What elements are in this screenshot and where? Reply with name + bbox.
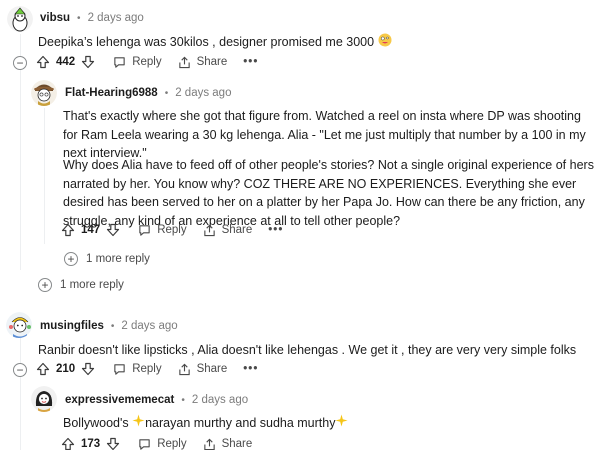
share-label: Share bbox=[221, 224, 253, 236]
sparkles-emoji bbox=[335, 414, 349, 433]
speech-bubble-icon bbox=[114, 56, 125, 68]
share-label: Share bbox=[196, 56, 228, 68]
downvote-button[interactable] bbox=[81, 55, 95, 69]
speech-bubble-icon bbox=[114, 363, 125, 375]
avatar[interactable] bbox=[31, 80, 57, 106]
more-replies-label: 1 more reply bbox=[60, 279, 124, 291]
minus-circle-icon: − bbox=[16, 56, 24, 70]
comment-body-paragraph: Why does Alia have to feed off of other … bbox=[63, 158, 594, 228]
comment-body: Deepika’s lehenga was 30kilos , designer… bbox=[38, 33, 578, 53]
timestamp[interactable]: 2 days ago bbox=[175, 87, 231, 99]
share-button[interactable]: Share bbox=[203, 438, 253, 450]
author-name[interactable]: musingfiles bbox=[40, 320, 104, 332]
more-replies-label: 1 more reply bbox=[86, 253, 150, 265]
more-replies-link[interactable]: + 1 more reply bbox=[64, 252, 150, 266]
timestamp[interactable]: 2 days ago bbox=[88, 12, 144, 24]
comment-actions: 173 Reply Share bbox=[61, 437, 252, 450]
reply-label: Reply bbox=[157, 438, 187, 450]
share-icon bbox=[178, 363, 190, 375]
share-icon bbox=[203, 438, 215, 450]
author-name[interactable]: Flat-Hearing6988 bbox=[65, 87, 158, 99]
thread-line bbox=[20, 338, 21, 450]
reply-button[interactable]: Reply bbox=[113, 363, 162, 376]
thread-line bbox=[44, 108, 45, 244]
speech-bubble-icon bbox=[139, 224, 150, 236]
comment-body: Bollywood's narayan murthy and sudha mur… bbox=[63, 414, 583, 433]
author-name[interactable]: vibsu bbox=[40, 12, 70, 24]
minus-circle-icon: − bbox=[16, 363, 24, 377]
comment-actions: 147 Reply Share ••• bbox=[61, 223, 283, 237]
upvote-button[interactable] bbox=[36, 362, 50, 376]
more-options-button[interactable]: ••• bbox=[243, 363, 258, 375]
reply-label: Reply bbox=[132, 56, 162, 68]
share-icon bbox=[178, 56, 190, 68]
comment-text: narayan murthy and sudha murthy bbox=[145, 416, 336, 430]
downvote-button[interactable] bbox=[106, 437, 120, 450]
crazy-face-emoji bbox=[378, 33, 392, 53]
upvote-button[interactable] bbox=[36, 55, 50, 69]
avatar[interactable] bbox=[31, 386, 57, 412]
avatar[interactable] bbox=[6, 312, 32, 338]
plus-circle-icon: + bbox=[38, 278, 52, 292]
collapse-thread-button[interactable]: − bbox=[13, 363, 27, 377]
arrow-up-icon bbox=[36, 362, 50, 376]
comment-header: vibsu • 2 days ago bbox=[40, 12, 144, 24]
author-name[interactable]: expressivememecat bbox=[65, 394, 174, 406]
arrow-up-icon bbox=[36, 55, 50, 69]
timestamp[interactable]: 2 days ago bbox=[192, 394, 248, 406]
speech-bubble-icon bbox=[139, 438, 150, 450]
separator-dot: • bbox=[110, 320, 115, 332]
reply-button[interactable]: Reply bbox=[138, 224, 187, 237]
vote-count: 210 bbox=[56, 363, 76, 375]
plus-circle-icon: + bbox=[64, 252, 78, 266]
arrow-down-icon bbox=[82, 55, 95, 69]
comment-text: Bollywood's bbox=[63, 416, 133, 430]
share-icon bbox=[203, 224, 215, 236]
comment-body: Ranbir doesn't like lipsticks , Alia doe… bbox=[38, 343, 577, 357]
comment-actions: 442 Reply Share ••• bbox=[36, 55, 258, 69]
comment-body-paragraph: That's exactly where she got that figure… bbox=[63, 109, 586, 160]
comment-actions: 210 Reply Share ••• bbox=[36, 362, 258, 376]
reply-label: Reply bbox=[157, 224, 187, 236]
share-button[interactable]: Share bbox=[178, 56, 228, 69]
reply-label: Reply bbox=[132, 363, 162, 375]
share-button[interactable]: Share bbox=[203, 224, 253, 237]
upvote-button[interactable] bbox=[61, 437, 75, 450]
comment-header: musingfiles • 2 days ago bbox=[40, 320, 178, 332]
downvote-button[interactable] bbox=[106, 223, 120, 237]
separator-dot: • bbox=[77, 12, 81, 24]
vote-count: 147 bbox=[81, 224, 101, 236]
collapse-thread-button[interactable]: − bbox=[13, 56, 27, 70]
vote-count: 173 bbox=[81, 438, 101, 450]
arrow-down-icon bbox=[107, 223, 120, 237]
avatar[interactable] bbox=[7, 6, 33, 32]
reply-button[interactable]: Reply bbox=[113, 56, 162, 69]
more-replies-link[interactable]: + 1 more reply bbox=[38, 278, 124, 292]
sparkles-emoji bbox=[132, 414, 145, 433]
comment-header: Flat-Hearing6988 • 2 days ago bbox=[65, 87, 231, 99]
vote-count: 442 bbox=[56, 56, 76, 68]
comment-header: expressivememecat • 2 days ago bbox=[65, 394, 248, 406]
upvote-button[interactable] bbox=[61, 223, 75, 237]
arrow-down-icon bbox=[82, 362, 95, 376]
timestamp[interactable]: 2 days ago bbox=[121, 320, 177, 332]
arrow-down-icon bbox=[107, 437, 120, 450]
share-button[interactable]: Share bbox=[178, 363, 228, 376]
share-label: Share bbox=[196, 363, 228, 375]
share-label: Share bbox=[221, 438, 253, 450]
arrow-up-icon bbox=[61, 223, 75, 237]
more-options-button[interactable]: ••• bbox=[268, 224, 283, 236]
more-options-button[interactable]: ••• bbox=[243, 56, 258, 68]
downvote-button[interactable] bbox=[81, 362, 95, 376]
arrow-up-icon bbox=[61, 437, 75, 450]
reply-button[interactable]: Reply bbox=[138, 438, 187, 450]
comment-text: Deepika’s lehenga was 30kilos , designer… bbox=[38, 35, 375, 50]
separator-dot: • bbox=[181, 394, 185, 406]
separator-dot: • bbox=[164, 87, 169, 99]
